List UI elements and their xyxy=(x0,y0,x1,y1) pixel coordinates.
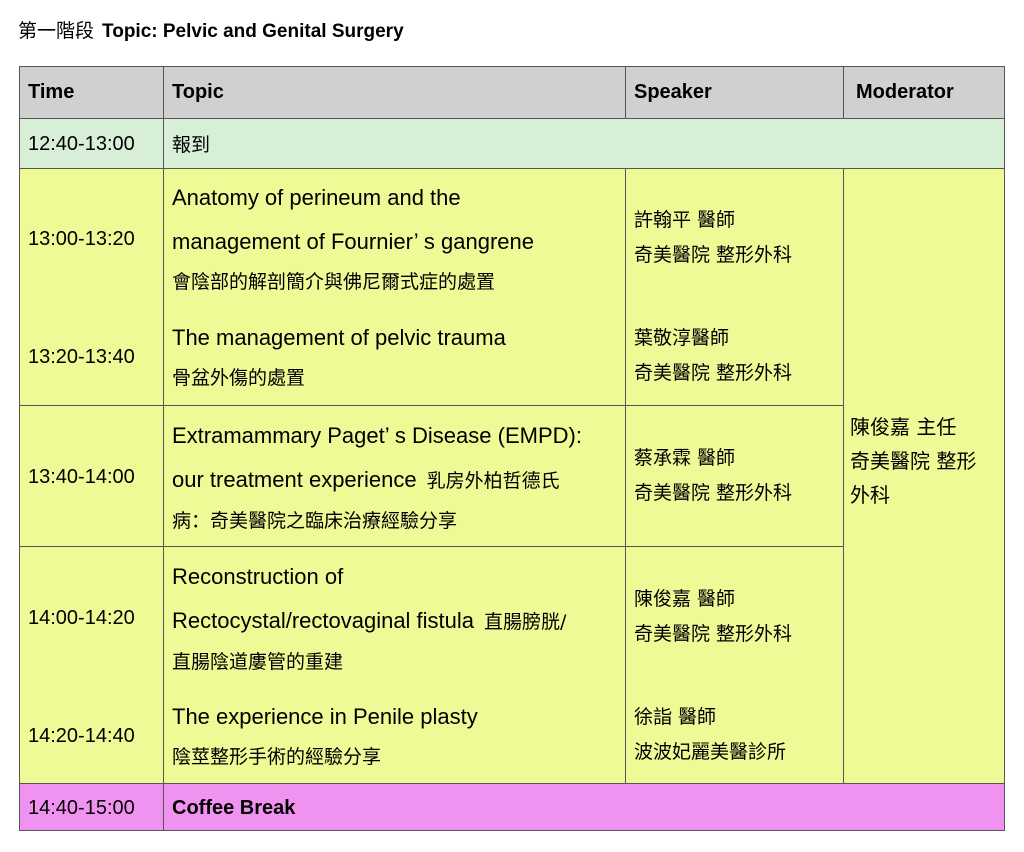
header-row: Time Topic Speaker Moderator xyxy=(19,66,1005,119)
session-topic: Anatomy of perineum and the management o… xyxy=(163,168,626,307)
session-time: 13:00-13:20 xyxy=(19,168,164,307)
session-topic: Extramammary Paget’ s Disease (EMPD): ou… xyxy=(163,405,626,547)
registration-label: 報到 xyxy=(163,118,1005,169)
registration-time: 12:40-13:00 xyxy=(19,118,164,169)
stage-label: 第一階段 xyxy=(18,20,95,42)
moderator-org: 奇美醫院 整形 xyxy=(850,449,977,473)
session-time: 13:40-14:00 xyxy=(19,405,164,547)
page-heading: 第一階段 Topic: Pelvic and Genital Surgery xyxy=(18,19,404,44)
session-speaker: 葉敬淳醫師 奇美醫院 整形外科 xyxy=(625,307,844,406)
session-time: 14:20-14:40 xyxy=(19,687,164,784)
session-topic: The experience in Penile plasty 陰莖整形手術的經… xyxy=(163,687,626,784)
session-speaker: 許翰平 醫師 奇美醫院 整形外科 xyxy=(625,168,844,307)
column-header-topic: Topic xyxy=(163,66,626,119)
column-header-moderator: Moderator xyxy=(843,66,1005,119)
column-header-time: Time xyxy=(19,66,164,119)
session-speaker: 陳俊嘉 醫師 奇美醫院 整形外科 xyxy=(625,546,844,687)
coffee-time: 14:40-15:00 xyxy=(19,783,164,831)
moderator-org-2: 外科 xyxy=(850,483,890,507)
column-header-speaker: Speaker xyxy=(625,66,844,119)
registration-row: 12:40-13:00 報到 xyxy=(19,118,1005,169)
session-time: 13:20-13:40 xyxy=(19,307,164,406)
moderator-cell: 陳俊嘉 主任 奇美醫院 整形 外科 xyxy=(843,168,1005,784)
session-speaker: 徐詣 醫師 波波妃麗美醫診所 xyxy=(625,687,844,784)
coffee-label: Coffee Break xyxy=(163,783,1005,831)
session-speaker: 蔡承霖 醫師 奇美醫院 整形外科 xyxy=(625,405,844,547)
coffee-break-row: 14:40-15:00 Coffee Break xyxy=(19,783,1005,831)
schedule-table: Time Topic Speaker Moderator 12:40-13:00… xyxy=(19,66,1005,831)
moderator-name: 陳俊嘉 主任 xyxy=(850,415,957,439)
session-time: 14:00-14:20 xyxy=(19,546,164,687)
topic-title: Topic: Pelvic and Genital Surgery xyxy=(102,21,404,42)
session-topic: Reconstruction of Rectocystal/rectovagin… xyxy=(163,546,626,687)
table-row: 13:00-13:20 Anatomy of perineum and the … xyxy=(19,168,1005,784)
session-topic: The management of pelvic trauma 骨盆外傷的處置 xyxy=(163,307,626,406)
